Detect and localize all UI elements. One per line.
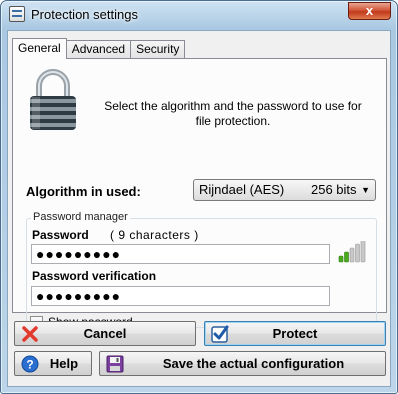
algorithm-dropdown[interactable]: Rijndael (AES) 256 bits ▼ [193,179,376,201]
tab-security[interactable]: Security [130,40,186,59]
password-verification-field[interactable]: ●●●●●●●●● [31,286,330,306]
help-button-label: Help [49,356,79,371]
save-configuration-label: Save the actual configuration [162,356,345,371]
algorithm-name: Rijndael (AES) [199,182,285,197]
svg-text:?: ? [26,358,33,372]
strength-bar [338,255,344,263]
password-label: Password [32,228,89,242]
app-settings-icon [9,6,25,22]
strength-bar [360,241,366,263]
algorithm-label: Algorithm in used: [26,184,141,199]
cancel-button[interactable]: Cancel [14,321,196,346]
password-manager-group: Password manager Password ( 9 characters… [26,211,377,329]
password-verification-label: Password verification [32,269,157,283]
general-tab-panel: Select the algorithm and the password to… [12,58,387,329]
protection-settings-window: Protection settings x General Advanced S… [0,0,398,394]
chevron-down-icon: ▼ [361,185,370,195]
save-configuration-button[interactable]: Save the actual configuration [99,351,386,376]
dialog-client-area: General Advanced Security Select the alg… [7,30,391,387]
strength-bar [349,247,355,263]
window-title: Protection settings [31,7,138,22]
protect-button[interactable]: Protect [204,321,386,346]
tab-advanced[interactable]: Advanced [65,40,132,59]
help-button[interactable]: ? Help [14,351,92,376]
padlock-icon [30,69,76,130]
intro-text: Select the algorithm and the password to… [104,99,362,128]
tab-strip: General Advanced Security [12,38,186,59]
strength-bar [344,251,349,263]
password-character-count: ( 9 characters ) [110,228,199,242]
close-button[interactable]: x [348,2,391,20]
title-bar[interactable]: Protection settings x [1,1,397,29]
password-strength-meter [338,241,366,263]
password-manager-title: Password manager [31,211,130,223]
password-field[interactable]: ●●●●●●●●● [31,244,330,264]
tab-general[interactable]: General [12,38,67,59]
strength-bar [355,243,360,263]
algorithm-bits: 256 bits [311,182,357,197]
protect-button-label: Protect [272,326,318,341]
cancel-button-label: Cancel [83,326,127,341]
